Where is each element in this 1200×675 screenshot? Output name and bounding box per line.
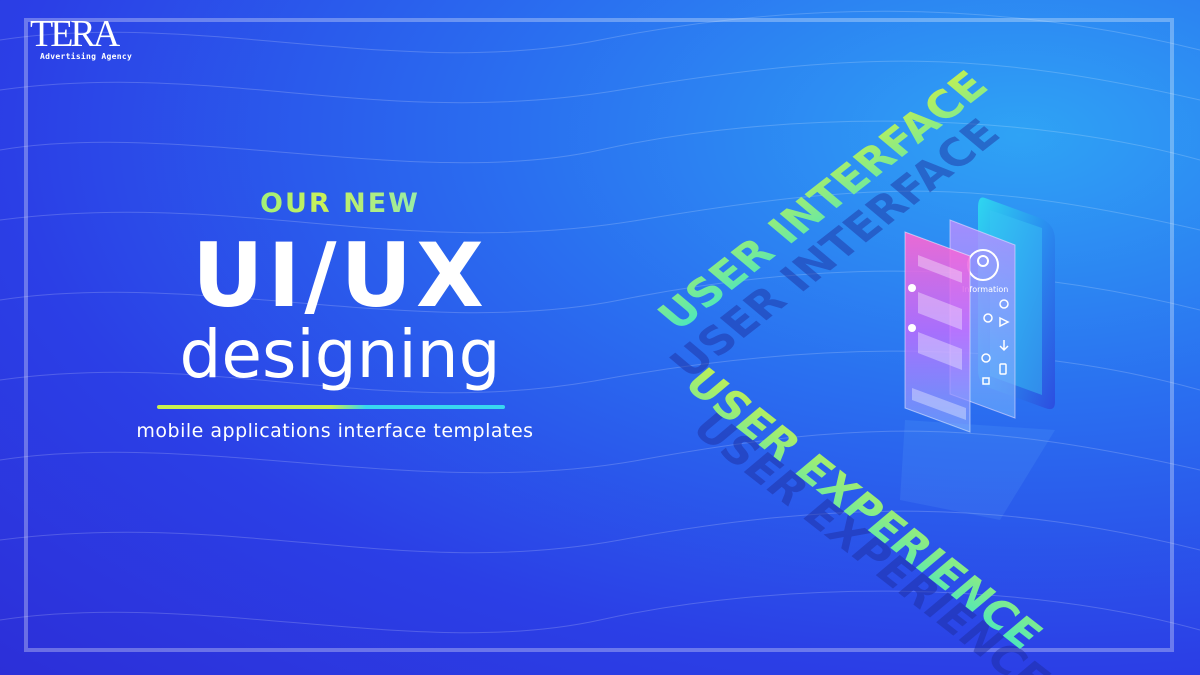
phone-illustration: USER INTERFACE USER EXPERIENCE USER INTE… [649, 63, 1060, 675]
screen-chat [904, 231, 971, 433]
chat-icon [908, 284, 916, 292]
banner: TERA Advertising Agency OUR NEW UI/UX de… [0, 0, 1200, 675]
